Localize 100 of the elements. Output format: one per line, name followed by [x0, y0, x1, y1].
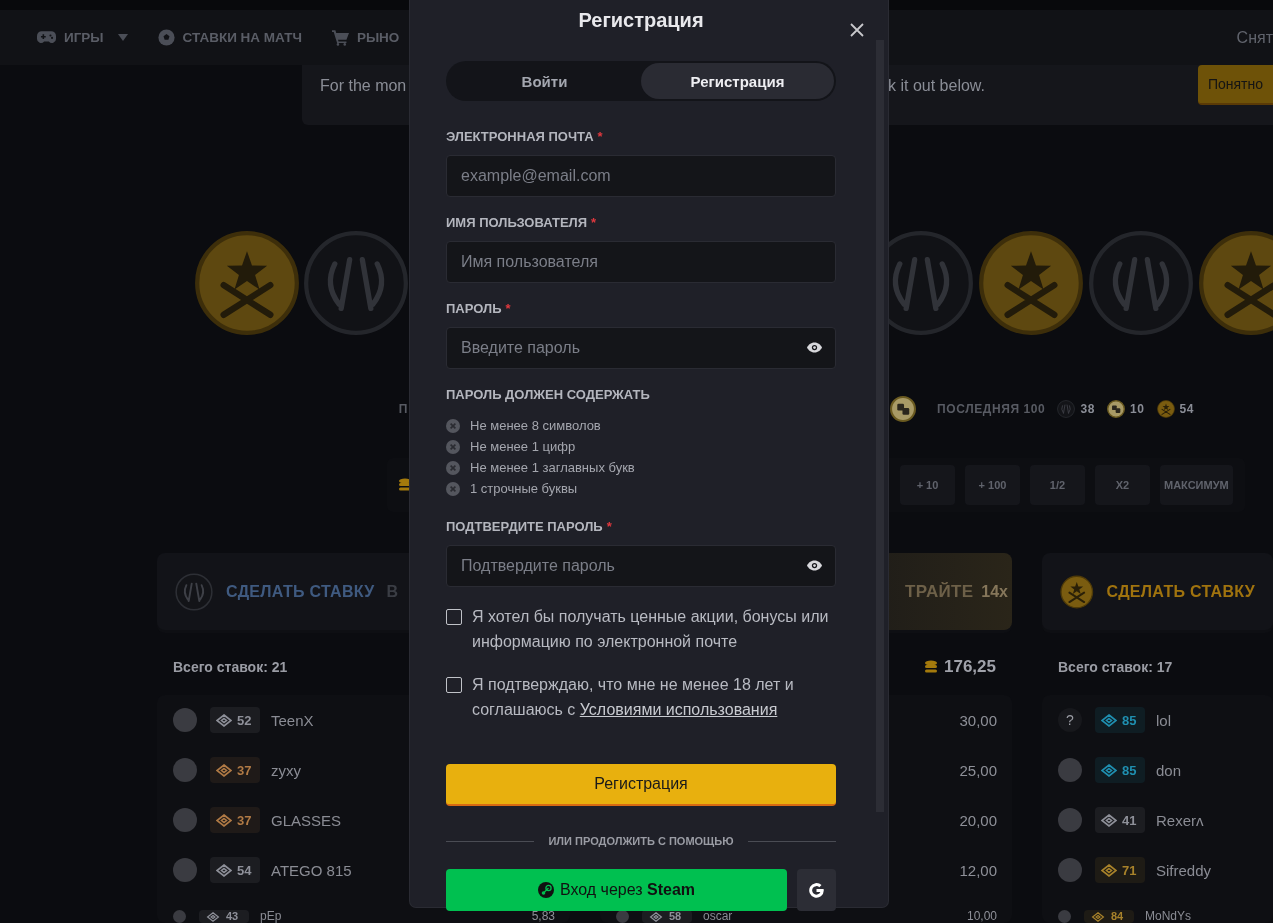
g-logo-icon[interactable] — [808, 881, 825, 899]
star-emblem-icon — [1198, 230, 1273, 336]
rank-number: 54 — [237, 862, 252, 878]
bet-amount: 12,00 — [959, 861, 997, 879]
bet-amount: 25,00 — [959, 761, 997, 779]
avatar: ? — [1058, 708, 1082, 732]
password-field[interactable]: Подтвердите пароль — [446, 545, 836, 587]
required-mark: * — [597, 129, 603, 144]
close-icon[interactable] — [850, 23, 864, 37]
consent-text: Я подтверждаю, что мне не менее 18 лет и соглашаюсь с Условиями использования — [472, 675, 795, 720]
gamepad-icon — [37, 31, 56, 44]
wings-emblem-icon — [1088, 230, 1194, 336]
column-title: СДЕЛАТЬ СТАВКУ — [226, 582, 375, 601]
checkbox[interactable] — [446, 677, 462, 693]
rank-icon — [1101, 763, 1117, 777]
total-bets-label: Всего ставок: 21 — [173, 658, 288, 675]
player-name: ATEGO 815 — [271, 861, 352, 879]
email-field[interactable]: example@email.com — [446, 155, 836, 197]
rules-title: ПАРОЛЬ ДОЛЖЕН СОДЕРЖАТЬ — [446, 387, 651, 403]
field-label: ПОДТВЕРДИТЕ ПАРОЛЬ — [446, 519, 603, 534]
tab[interactable]: Войти — [448, 63, 641, 99]
banner-text: k it out below. — [888, 76, 985, 96]
wings-emblem-icon — [175, 572, 213, 611]
field-label: ЭЛЕКТРОННАЯ ПОЧТА — [446, 129, 594, 144]
avatar — [1058, 808, 1082, 832]
avatar — [173, 808, 197, 832]
player-name: pEp — [260, 910, 282, 923]
nav-link[interactable]: ИГРЫ — [37, 30, 128, 45]
password-field[interactable]: Введите пароль — [446, 327, 836, 369]
rank-number: 52 — [237, 712, 252, 728]
avatar — [173, 708, 197, 732]
rank-icon — [1090, 911, 1106, 922]
rank-number: 58 — [669, 910, 682, 923]
username-field[interactable]: Имя пользователя — [446, 241, 836, 283]
wings-emblem-icon — [1057, 400, 1076, 418]
got-it-button[interactable]: Понятно — [1197, 65, 1273, 105]
player-name: don — [1156, 761, 1182, 779]
divider-text: ИЛИ ПРОДОЛЖИТЬ С ПОМОЩЬЮ — [548, 835, 734, 847]
eye-icon[interactable] — [807, 342, 822, 353]
steam-logo-icon — [537, 882, 554, 898]
checkbox[interactable] — [446, 609, 462, 625]
player-name: lol — [1156, 711, 1171, 729]
count-value: 54 — [1179, 402, 1195, 416]
terms-link[interactable]: Условиями использования — [579, 701, 778, 718]
eye-icon[interactable] — [807, 560, 822, 571]
coin-stack-icon — [924, 659, 938, 674]
avatar — [1058, 910, 1071, 923]
rank-number: 85 — [1122, 762, 1137, 778]
rank-number: 43 — [226, 910, 239, 923]
total-bets-label: Всего ставок: 17 — [1058, 658, 1173, 675]
bet-amount: 30,00 — [959, 711, 997, 729]
avatar — [1058, 858, 1082, 882]
avatar — [173, 858, 197, 882]
rank-number: 37 — [237, 812, 252, 828]
nav-link[interactable]: Снят — [1236, 28, 1273, 47]
rule-text: Не менее 1 заглавных букв — [470, 460, 635, 475]
avatar — [1058, 758, 1082, 782]
dialog-title: Регистрация — [577, 8, 705, 33]
count-value: 38 — [1080, 402, 1095, 416]
amount-button[interactable]: МАКСИМУМ — [1160, 465, 1233, 505]
rank-number: 85 — [1122, 712, 1137, 728]
rank-icon — [216, 863, 232, 877]
field-label: ИМЯ ПОЛЬЗОВАТЕЛЯ — [446, 215, 588, 230]
amount-button[interactable]: + 10 — [900, 465, 955, 505]
multiplier: 14x — [981, 582, 1008, 601]
amount-button[interactable]: X2 — [1095, 465, 1150, 505]
nav-link[interactable]: СТАВКИ НА МАТЧ — [157, 29, 302, 46]
consent-text: Я хотел бы получать ценные акции, бонусы или информацию по электронной почте — [472, 607, 830, 652]
player-name: TeenX — [271, 711, 314, 729]
column-title: СДЕЛАТЬ СТАВКУ — [1106, 582, 1255, 601]
rank-icon — [205, 911, 221, 922]
star-emblem-icon — [978, 230, 1084, 336]
rank-icon — [1101, 863, 1117, 877]
rank-number: 84 — [1111, 910, 1124, 923]
nav-link[interactable]: РЫНО — [331, 29, 400, 46]
tab[interactable]: Регистрация — [641, 63, 834, 99]
player-name: oscar — [703, 910, 733, 923]
rank-icon — [648, 911, 664, 922]
player-name: MoNdYs — [1145, 910, 1191, 923]
steam-login-button[interactable]: Вход через Steam — [446, 869, 787, 911]
total-amount: 176,25 — [944, 656, 996, 677]
rank-icon — [1101, 813, 1117, 827]
rank-icon — [216, 813, 232, 827]
bet-amount: 10,00 — [966, 910, 997, 923]
rank-icon — [216, 713, 232, 727]
count-value: 10 — [1129, 402, 1145, 416]
amount-button[interactable]: 1/2 — [1030, 465, 1085, 505]
required-mark: * — [606, 519, 612, 534]
rank-number: 41 — [1122, 812, 1137, 828]
register-button[interactable]: Регистрация — [446, 764, 836, 806]
rank-number: 37 — [237, 762, 252, 778]
player-name: GLASSES — [271, 811, 342, 829]
ball-icon — [157, 29, 175, 46]
dice-coin-icon — [1106, 400, 1125, 418]
rank-icon — [1101, 713, 1117, 727]
stats-label: ПОСЛЕДНЯЯ 100 — [937, 402, 1046, 416]
wings-emblem-icon — [303, 230, 409, 336]
amount-button[interactable]: + 100 — [965, 465, 1020, 505]
avatar — [173, 758, 197, 782]
rule-text: Не менее 8 символов — [470, 418, 601, 433]
